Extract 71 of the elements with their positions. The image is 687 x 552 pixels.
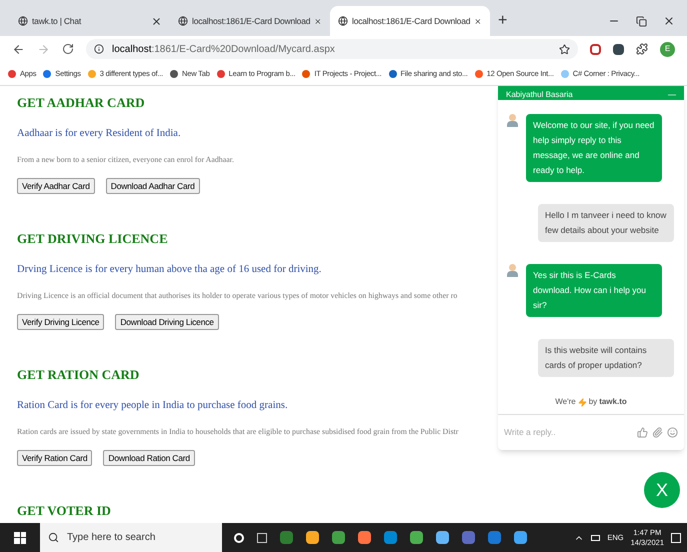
tab-title: tawk.to | Chat bbox=[32, 14, 82, 28]
visitor-message: Is this website will contains cards of proper updation? bbox=[538, 339, 674, 377]
browser-tab[interactable]: tawk.to | Chat bbox=[10, 6, 170, 36]
app-icon[interactable] bbox=[332, 531, 345, 544]
section-tagline: Aadhaar is for every Resident of India. bbox=[17, 126, 181, 140]
url-text: localhost:1861/E-Card%20Download/Mycard.aspx bbox=[112, 42, 336, 56]
bookmark-icon bbox=[8, 70, 16, 78]
card-action-button[interactable]: Verify Ration Card bbox=[17, 450, 92, 466]
extension-icon[interactable] bbox=[590, 44, 601, 54]
section-heading: GET AADHAR CARD bbox=[17, 94, 145, 112]
section-heading: GET DRIVING LICENCE bbox=[17, 230, 168, 248]
globe-icon bbox=[178, 16, 188, 26]
section-heading: GET RATION CARD bbox=[17, 366, 140, 384]
agent-message: Welcome to our site, if you need help simply reply to this message, we are online and ready to help. bbox=[526, 114, 662, 182]
section-tagline: Drving Licence is for every human above tha age of 16 used for driving. bbox=[17, 262, 322, 276]
avatar-icon bbox=[506, 264, 518, 278]
agent-message: Yes sir this is E-Cards download. How can i help you sir? bbox=[526, 264, 662, 317]
section-tagline: Ration Card is for every people in India to purchase food grains. bbox=[17, 398, 288, 412]
app-icon[interactable] bbox=[410, 531, 423, 544]
thumbs-up-icon[interactable] bbox=[637, 427, 648, 438]
puzzle-icon[interactable] bbox=[636, 43, 648, 55]
bookmark-icon bbox=[216, 70, 225, 78]
search-input[interactable]: Type here to search bbox=[67, 530, 214, 545]
close-icon[interactable] bbox=[151, 16, 162, 26]
globe-icon bbox=[18, 16, 28, 26]
tab-title: localhost:1861/E-Card Download bbox=[352, 14, 470, 28]
back-icon[interactable] bbox=[12, 42, 25, 56]
bookmark-icon bbox=[302, 70, 310, 78]
avatar-icon bbox=[506, 114, 518, 128]
app-icon[interactable] bbox=[488, 531, 501, 544]
tab-title: localhost:1861/E-Card Download bbox=[192, 14, 310, 28]
bookmark-icon bbox=[388, 70, 397, 78]
smiley-icon[interactable] bbox=[667, 427, 678, 438]
bookmark-icon bbox=[43, 70, 52, 78]
bolt-icon bbox=[578, 398, 587, 406]
agent-name: Kabiyathul Basaria bbox=[506, 90, 573, 100]
browser-tab[interactable]: localhost:1861/E-Card Download bbox=[170, 6, 330, 36]
app-icon[interactable] bbox=[306, 531, 319, 544]
app-icon[interactable] bbox=[514, 531, 527, 544]
new-tab-button[interactable]: + bbox=[490, 6, 516, 36]
card-action-button[interactable]: Download Aadhar Card bbox=[106, 178, 200, 194]
section-heading: GET VOTER ID bbox=[17, 502, 111, 520]
task-view-icon[interactable] bbox=[257, 532, 267, 542]
battery-icon bbox=[591, 534, 600, 540]
bookmark-icon bbox=[560, 70, 569, 78]
taskbar-search-field[interactable]: Type here to search bbox=[40, 523, 222, 552]
app-icon[interactable] bbox=[358, 531, 371, 544]
app-icon[interactable] bbox=[462, 531, 475, 544]
app-icon[interactable] bbox=[436, 531, 449, 544]
browser-tab[interactable]: localhost:1861/E-Card Download bbox=[330, 6, 490, 36]
branding-text: We're by tawk.to bbox=[554, 396, 628, 408]
info-icon bbox=[94, 44, 104, 54]
card-action-button[interactable]: Download Driving Licence bbox=[115, 314, 219, 330]
globe-icon bbox=[338, 16, 348, 26]
card-action-button[interactable]: Download Ration Card bbox=[103, 450, 195, 466]
star-icon[interactable] bbox=[559, 44, 570, 54]
bookmark-icon bbox=[170, 70, 178, 78]
paperclip-icon[interactable] bbox=[652, 427, 663, 438]
visitor-message: Hello I m tanveer i need to know few details about your website bbox=[538, 204, 674, 242]
reply-field[interactable]: Write a reply.. bbox=[504, 426, 633, 439]
bookmark-icon bbox=[88, 70, 96, 78]
card-action-button[interactable]: Verify Aadhar Card bbox=[17, 178, 95, 194]
restore-icon[interactable] bbox=[636, 16, 647, 26]
app-icon[interactable] bbox=[384, 531, 397, 544]
card-action-button[interactable]: Verify Driving Licence bbox=[17, 314, 104, 330]
reload-icon[interactable] bbox=[62, 43, 74, 55]
extension-icon[interactable] bbox=[613, 44, 624, 54]
address-bar[interactable]: localhost:1861/E-Card%20Download/Mycard.aspx bbox=[86, 39, 578, 59]
search-icon bbox=[48, 532, 59, 543]
close-icon[interactable] bbox=[663, 15, 675, 27]
bookmark-icon bbox=[474, 70, 483, 78]
